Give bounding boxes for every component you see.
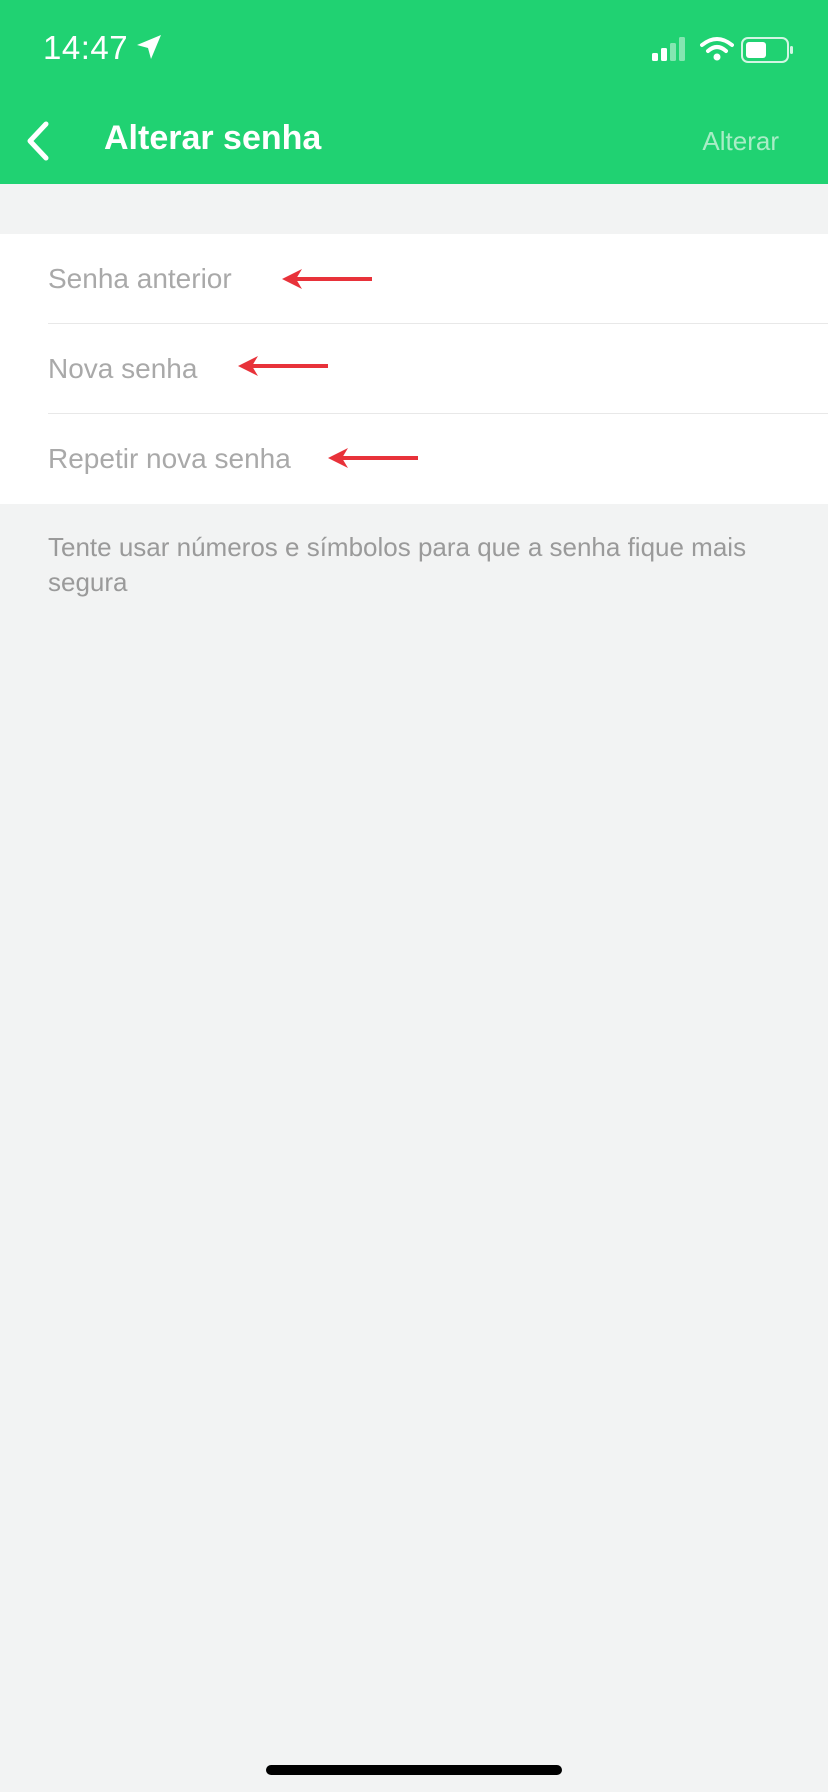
wifi-icon: [700, 37, 734, 61]
password-form: [0, 234, 828, 504]
battery-icon: [741, 37, 793, 63]
chevron-left-icon: [27, 121, 49, 161]
password-hint: Tente usar números e símbolos para que a…: [48, 532, 747, 597]
home-indicator[interactable]: [266, 1765, 562, 1775]
annotation-arrow-icon: [238, 356, 328, 376]
cellular-signal-icon: [652, 37, 685, 61]
page-title: Alterar senha: [104, 119, 322, 157]
form-row-old-password: [0, 234, 828, 324]
status-time: 14:47: [43, 29, 129, 66]
new-password-input[interactable]: [48, 324, 788, 414]
annotation-arrow-icon: [282, 269, 372, 289]
nav-header: 14:47 Alterar senha Alterar: [0, 0, 828, 184]
annotation-arrow-icon: [328, 448, 418, 468]
form-row-new-password: [0, 324, 828, 414]
back-button[interactable]: [20, 116, 62, 166]
form-row-repeat-password: [0, 414, 828, 504]
old-password-input[interactable]: [48, 234, 788, 324]
location-arrow-icon: [137, 35, 161, 59]
alterar-button[interactable]: Alterar: [702, 126, 779, 157]
